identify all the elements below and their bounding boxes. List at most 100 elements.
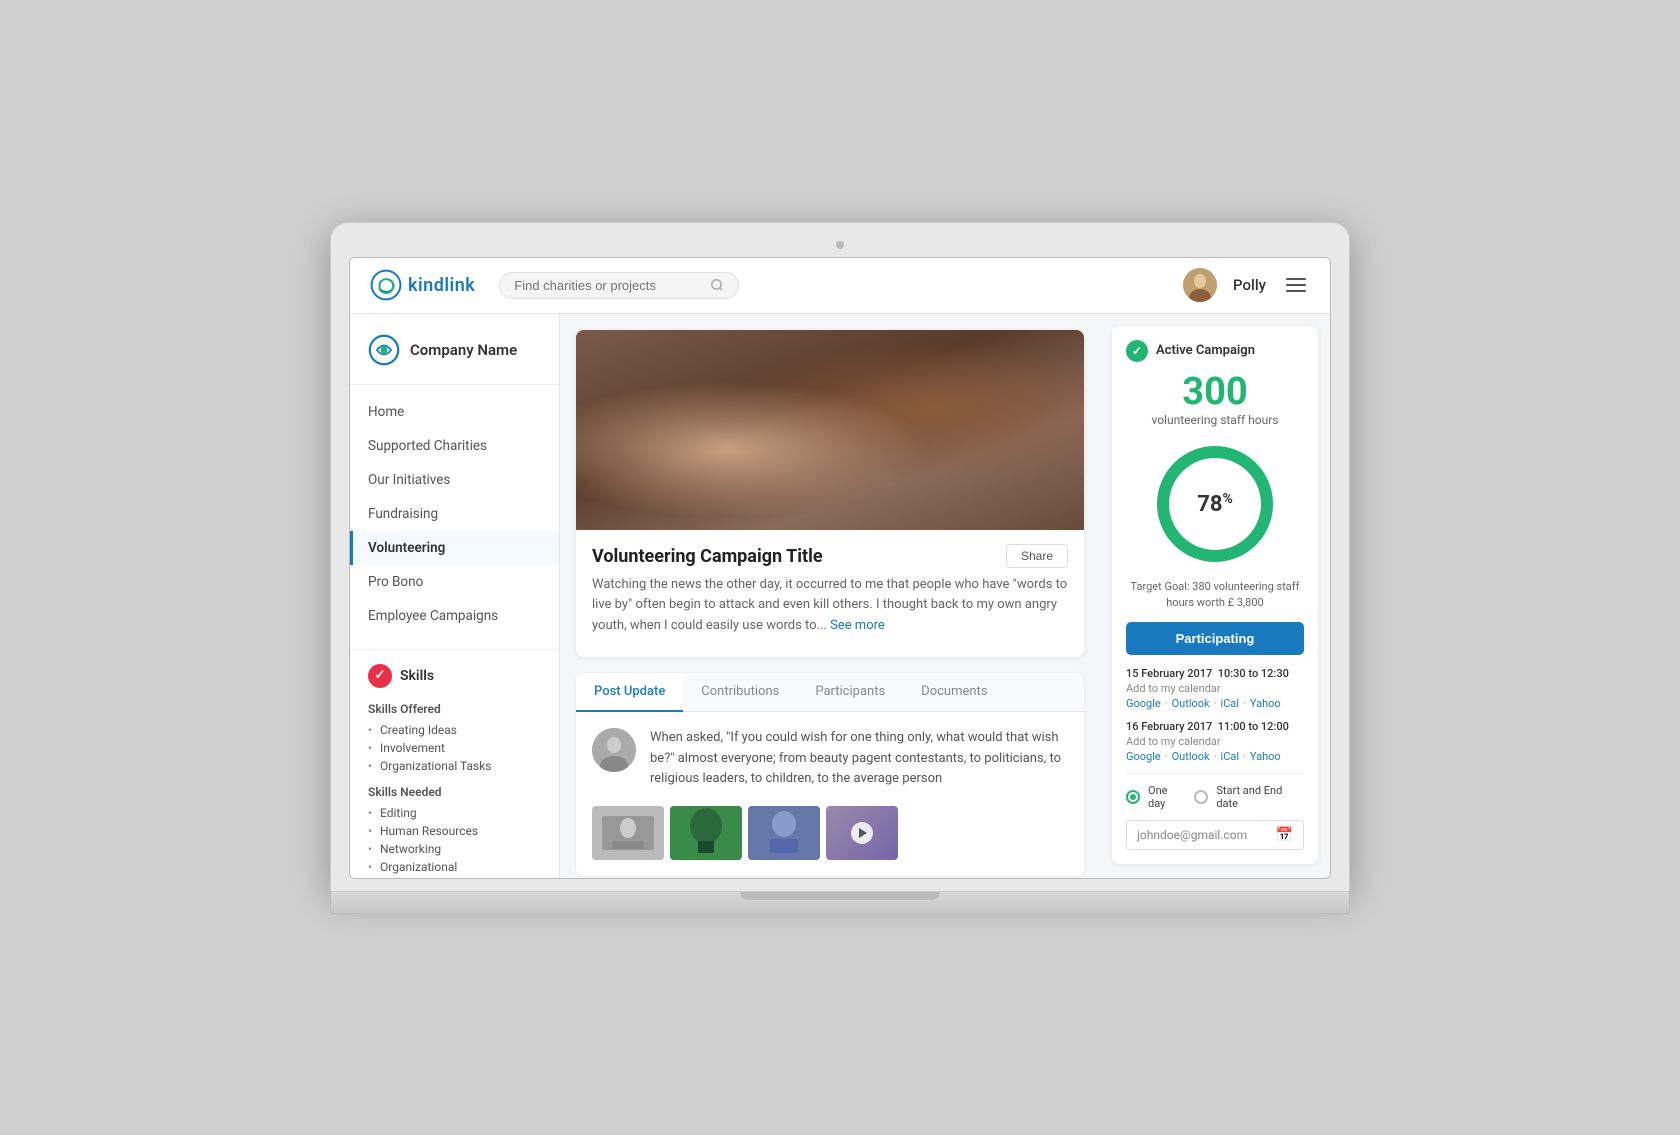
list-item: Human Resources [368, 822, 541, 840]
thumbnail-image-2 [670, 806, 742, 860]
donut-center-value: 78% [1197, 491, 1233, 517]
add-calendar-label-2: Add to my calendar [1126, 735, 1304, 748]
thumbnail-3[interactable] [748, 806, 820, 860]
post-content-area: When asked, "If you could wish for one t… [576, 712, 1084, 806]
start-end-date-label: Start and End date [1216, 784, 1304, 810]
campaign-description: Watching the news the other day, it occu… [592, 575, 1068, 637]
start-end-date-radio[interactable] [1194, 790, 1208, 804]
active-campaign-label: Active Campaign [1156, 343, 1255, 358]
see-more-link[interactable]: See more [830, 618, 885, 633]
one-day-radio[interactable] [1126, 790, 1140, 804]
progress-percent-sign: % [1222, 491, 1232, 507]
post-text: When asked, "If you could wish for one t… [650, 728, 1068, 790]
list-item: Organizational Tasks [368, 757, 541, 775]
skills-section: Skills Skills Offered Creating Ideas Inv… [350, 649, 559, 878]
nav-item-volunteering[interactable]: Volunteering [350, 531, 559, 565]
thumbnail-row [576, 806, 1084, 876]
nav-item-our-initiatives[interactable]: Our Initiatives [350, 463, 559, 497]
main-content: Company Name Home Supported Charities Ou… [350, 314, 1330, 878]
play-button[interactable] [851, 822, 873, 844]
tab-contributions[interactable]: Contributions [683, 673, 797, 712]
post-avatar-image [592, 728, 636, 772]
list-item: Creating Ideas [368, 721, 541, 739]
nav-item-pro-bono[interactable]: Pro Bono [350, 565, 559, 599]
google-cal-link-1[interactable]: Google [1126, 697, 1161, 710]
post-avatar [592, 728, 636, 772]
event-item-2: 16 February 2017 11:00 to 12:00 Add to m… [1126, 720, 1304, 763]
thumbnail-image-1 [592, 806, 664, 860]
event-date-1: 15 February 2017 10:30 to 12:30 [1126, 667, 1304, 680]
event-date-2: 16 February 2017 11:00 to 12:00 [1126, 720, 1304, 733]
outlook-cal-link-2[interactable]: Outlook [1172, 750, 1210, 763]
skills-header: Skills [368, 664, 541, 688]
email-input-row[interactable]: johndoe@gmail.com 📅 [1126, 820, 1304, 850]
list-item: Organizational [368, 858, 541, 876]
google-cal-link-2[interactable]: Google [1126, 750, 1161, 763]
one-day-label: One day [1148, 784, 1186, 810]
hours-count: 300 [1126, 372, 1304, 414]
donut-chart: 78% [1150, 439, 1280, 569]
hamburger-line-3 [1286, 290, 1306, 292]
top-navigation: kindlink [350, 258, 1330, 314]
yahoo-cal-link-1[interactable]: Yahoo [1250, 697, 1281, 710]
company-icon [368, 334, 400, 366]
progress-value: 78 [1197, 492, 1222, 517]
thumbnail-2[interactable] [670, 806, 742, 860]
list-item: Involvement [368, 739, 541, 757]
divider [1126, 773, 1304, 774]
hands-visual [576, 330, 1084, 530]
thumbnail-1[interactable] [592, 806, 664, 860]
search-icon [710, 278, 724, 292]
nav-right: Polly [1183, 268, 1310, 302]
company-name-text: Company Name [410, 341, 517, 359]
skills-offered-label: Skills Offered [368, 702, 541, 716]
skills-title: Skills [400, 668, 434, 684]
center-content: Share Volunteering Campaign Title Watchi… [560, 314, 1100, 878]
campaign-card: Share Volunteering Campaign Title Watchi… [576, 330, 1084, 657]
campaign-info: Share Volunteering Campaign Title Watchi… [576, 530, 1084, 657]
sidebar: Company Name Home Supported Charities Ou… [350, 314, 560, 878]
email-input-display: johndoe@gmail.com [1137, 828, 1270, 842]
search-input[interactable] [514, 278, 702, 293]
kindlink-logo-icon [370, 269, 402, 301]
calendar-links-2: Google · Outlook · iCal · Yahoo [1126, 750, 1304, 763]
skills-badge-icon [368, 664, 392, 688]
nav-item-employee-campaigns[interactable]: Employee Campaigns [350, 599, 559, 633]
active-campaign-card: ✓ Active Campaign 300 volunteering staff… [1112, 326, 1318, 865]
add-calendar-label-1: Add to my calendar [1126, 682, 1304, 695]
ical-link-1[interactable]: iCal [1221, 697, 1240, 710]
tab-documents[interactable]: Documents [903, 673, 1005, 712]
target-goal-text: Target Goal: 380 volunteering staff hour… [1126, 579, 1304, 610]
active-campaign-icon: ✓ [1126, 340, 1148, 362]
nav-item-fundraising[interactable]: Fundraising [350, 497, 559, 531]
logo-text: kindlink [408, 275, 475, 296]
right-panel: ✓ Active Campaign 300 volunteering staff… [1100, 314, 1330, 878]
campaign-image [576, 330, 1084, 530]
hamburger-button[interactable] [1282, 274, 1310, 296]
calendar-links-1: Google · Outlook · iCal · Yahoo [1126, 697, 1304, 710]
list-item: Networking [368, 840, 541, 858]
nav-item-home[interactable]: Home [350, 395, 559, 429]
ical-link-2[interactable]: iCal [1221, 750, 1240, 763]
date-options: One day Start and End date [1126, 784, 1304, 810]
search-box[interactable] [499, 272, 739, 299]
thumbnail-video[interactable] [826, 806, 898, 860]
share-button[interactable]: Share [1006, 544, 1068, 568]
tabs-header: Post Update Contributions Participants D… [576, 673, 1084, 712]
thumbnail-image-3 [748, 806, 820, 860]
hours-label: volunteering staff hours [1126, 413, 1304, 427]
skills-needed-label: Skills Needed [368, 785, 541, 799]
avatar-image [1183, 268, 1217, 302]
hamburger-line-2 [1286, 284, 1306, 286]
list-item: Editing [368, 804, 541, 822]
avatar[interactable] [1183, 268, 1217, 302]
yahoo-cal-link-2[interactable]: Yahoo [1250, 750, 1281, 763]
tabs-bar: Post Update Contributions Participants D… [576, 673, 1084, 876]
outlook-cal-link-1[interactable]: Outlook [1172, 697, 1210, 710]
logo-area[interactable]: kindlink [370, 269, 475, 301]
tab-post-update[interactable]: Post Update [576, 673, 683, 712]
calendar-icon[interactable]: 📅 [1276, 827, 1293, 843]
nav-item-supported-charities[interactable]: Supported Charities [350, 429, 559, 463]
tab-participants[interactable]: Participants [797, 673, 903, 712]
participating-button[interactable]: Participating [1126, 622, 1304, 655]
